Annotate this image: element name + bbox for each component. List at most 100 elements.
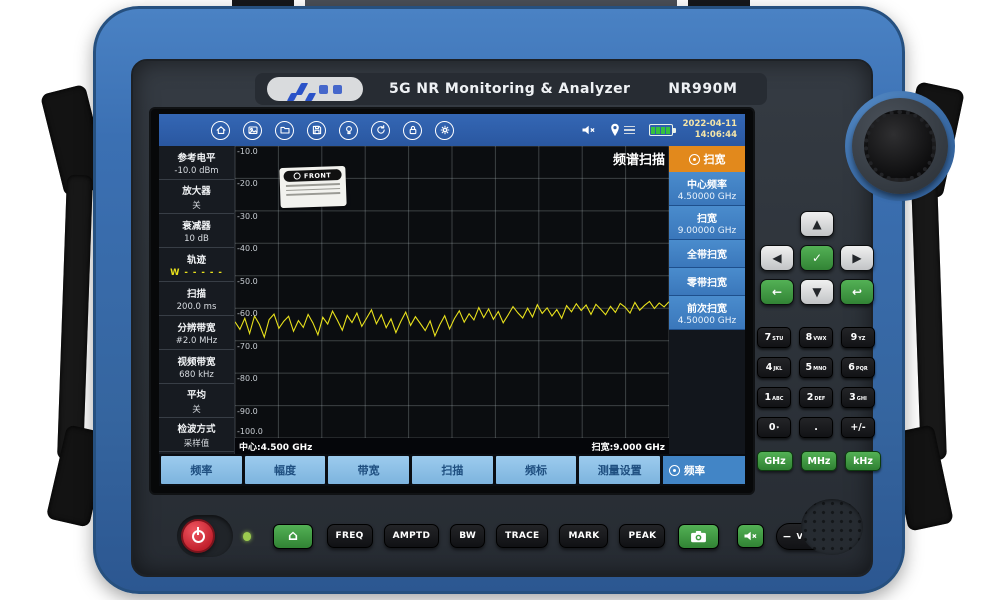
menu-button-频率[interactable]: 频率 <box>161 456 242 484</box>
mhz-key[interactable]: MHz <box>801 451 837 471</box>
y-axis-tick: -40.0 <box>237 244 258 253</box>
folder-icon[interactable] <box>275 121 294 140</box>
param-item[interactable]: 轨迹W - - - - - <box>159 248 234 282</box>
param-value: 采样值 <box>184 437 210 449</box>
power-led <box>243 532 251 541</box>
y-axis-tick: -90.0 <box>237 407 258 416</box>
y-axis-tick: -20.0 <box>237 179 258 188</box>
key-main: 8 <box>806 332 813 343</box>
right-panel: 扫宽 中心频率4.50000 GHz扫宽9.00000 GHz全带扫宽零带扫宽前… <box>669 146 745 454</box>
param-item[interactable]: 平均关 <box>159 384 234 418</box>
status-date: 2022-04-11 <box>683 119 737 129</box>
param-item[interactable]: 参考电平-10.0 dBm <box>159 146 234 180</box>
up-key[interactable]: ▲ <box>800 211 834 237</box>
battery-icon <box>649 124 673 136</box>
brand-bar: 5G NR Monitoring & Analyzer NR990M <box>255 73 767 105</box>
key-main: 4 <box>766 362 773 373</box>
key-2[interactable]: 2DEF <box>799 387 833 408</box>
center-freq-readout: 中心:4.500 GHz <box>239 440 312 453</box>
menu-button-测量设置[interactable]: 测量设置 <box>579 456 660 484</box>
freq-button[interactable]: FREQ <box>327 524 373 548</box>
param-item[interactable]: 视频带宽680 kHz <box>159 350 234 384</box>
home-button[interactable]: ⌂ <box>273 524 312 549</box>
key-+/-[interactable]: +/- <box>841 417 875 438</box>
key-1[interactable]: 1ABC <box>757 387 791 408</box>
bottom-menu: 频率幅度带宽扫描频标测量设置 频率 <box>159 454 745 486</box>
menu-button-带宽[interactable]: 带宽 <box>328 456 409 484</box>
softkey-list: 中心频率4.50000 GHz扫宽9.00000 GHz全带扫宽零带扫宽前次扫宽… <box>669 172 745 330</box>
brightness-icon[interactable] <box>339 121 358 140</box>
picture-icon[interactable] <box>243 121 262 140</box>
trace-button[interactable]: TRACE <box>496 524 548 548</box>
key-4[interactable]: 4JKL <box>757 357 791 378</box>
key-6[interactable]: 6PQR <box>841 357 875 378</box>
param-item[interactable]: 扫描200.0 ms <box>159 282 234 316</box>
brand-logo <box>267 77 363 101</box>
param-value: 关 <box>192 199 201 211</box>
right-key[interactable]: ▶ <box>840 245 874 271</box>
ok-key[interactable]: ✓ <box>800 245 834 271</box>
key-sub: GHI <box>857 396 867 402</box>
mark-button[interactable]: MARK <box>559 524 608 548</box>
param-item[interactable]: 放大器关 <box>159 180 234 214</box>
ghz-key[interactable]: GHz <box>757 451 793 471</box>
key-9[interactable]: 9YZ <box>841 327 875 348</box>
key-sub: MNO <box>813 366 826 372</box>
menu-corner-frequency[interactable]: 频率 <box>663 456 745 484</box>
mute-button[interactable] <box>737 524 763 548</box>
softkey-扫宽[interactable]: 扫宽9.00000 GHz <box>669 206 745 240</box>
key-8[interactable]: 8VWX <box>799 327 833 348</box>
key-sub: JKL <box>773 366 782 372</box>
menu-button-幅度[interactable]: 幅度 <box>245 456 326 484</box>
param-item[interactable]: 检波方式采样值 <box>159 418 234 452</box>
y-axis-tick: -70.0 <box>237 342 258 351</box>
param-value: 10 dB <box>184 234 209 244</box>
key-main: . <box>814 422 818 433</box>
device-model: NR990M <box>668 81 737 97</box>
power-button[interactable] <box>181 519 215 553</box>
camera-icon <box>690 530 707 543</box>
menu-button-扫描[interactable]: 扫描 <box>412 456 493 484</box>
param-label: 扫描 <box>187 286 206 300</box>
bw-button[interactable]: BW <box>450 524 485 548</box>
key-sub: YZ <box>858 336 865 342</box>
key-0[interactable]: 0* <box>757 417 791 438</box>
softkey-header-span[interactable]: 扫宽 <box>669 146 745 172</box>
lock-icon[interactable] <box>403 121 422 140</box>
rotary-knob-housing <box>845 91 955 201</box>
menu-button-频标[interactable]: 频标 <box>496 456 577 484</box>
chart-footer: 中心:4.500 GHz 扫宽:9.000 GHz <box>235 438 669 454</box>
rotary-knob[interactable] <box>864 110 936 182</box>
param-value: W - - - - - <box>170 268 223 278</box>
gps-pin-icon[interactable] <box>610 123 620 137</box>
param-label: 视频带宽 <box>177 354 215 368</box>
key-5[interactable]: 5MNO <box>799 357 833 378</box>
back-key[interactable]: ← <box>760 279 794 305</box>
camera-button[interactable] <box>678 524 719 549</box>
key-7[interactable]: 7STU <box>757 327 791 348</box>
key-main: 6 <box>848 362 855 373</box>
save-icon[interactable] <box>307 121 326 140</box>
peak-button[interactable]: PEAK <box>619 524 665 548</box>
softkey-全带扫宽[interactable]: 全带扫宽 <box>669 240 745 268</box>
param-item[interactable]: 分辨带宽#2.0 MHz <box>159 316 234 350</box>
key-3[interactable]: 3GHI <box>841 387 875 408</box>
down-key[interactable]: ▼ <box>800 279 834 305</box>
analyzer-device: 5G NR Monitoring & Analyzer NR990M 2022 <box>93 6 905 594</box>
undo-key[interactable]: ↩ <box>840 279 874 305</box>
softkey-零带扫宽[interactable]: 零带扫宽 <box>669 268 745 296</box>
softkey-前次扫宽[interactable]: 前次扫宽4.50000 GHz <box>669 296 745 330</box>
refresh-icon[interactable] <box>371 121 390 140</box>
home-icon[interactable] <box>211 121 230 140</box>
volume-down[interactable]: − <box>782 530 791 543</box>
amptd-button[interactable]: AMPTD <box>384 524 440 548</box>
key-.[interactable]: . <box>799 417 833 438</box>
khz-key[interactable]: kHz <box>845 451 881 471</box>
param-label: 放大器 <box>182 183 211 197</box>
softkey-中心频率[interactable]: 中心频率4.50000 GHz <box>669 172 745 206</box>
settings-icon[interactable] <box>435 121 454 140</box>
left-key[interactable]: ◀ <box>760 245 794 271</box>
mute-icon[interactable] <box>581 124 596 136</box>
param-label: 检波方式 <box>177 421 215 435</box>
param-item[interactable]: 衰减器10 dB <box>159 214 234 248</box>
